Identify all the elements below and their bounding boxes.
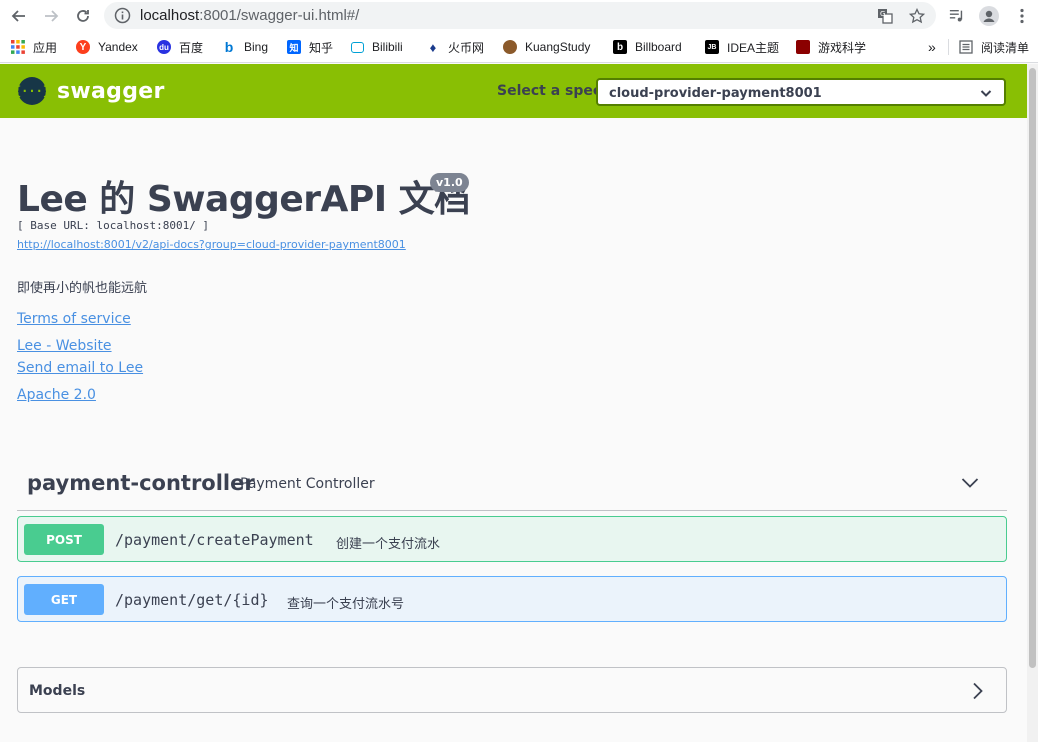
swagger-logo-icon: {···}	[14, 77, 50, 105]
collapse-chevron-icon[interactable]	[961, 477, 979, 489]
reading-list-label: 阅读清单	[981, 40, 1030, 55]
method-badge: POST	[24, 524, 104, 555]
spec-select-value: cloud-provider-payment8001	[609, 86, 822, 101]
overflow-label: »	[928, 39, 936, 55]
address-bar[interactable]: localhost:8001/swagger-ui.html#/ G	[104, 2, 936, 29]
reload-icon	[77, 10, 89, 22]
scrollbar-thumb[interactable]	[1029, 68, 1036, 668]
bing-icon: b	[224, 39, 234, 55]
bookmarks-bar: 应用 Y Yandex du 百度 b Bing 知 知乎 Bilibili ♦…	[0, 32, 1038, 63]
bookmark-huobi[interactable]: ♦ 火币网	[426, 39, 484, 55]
kuangstudy-icon	[503, 40, 517, 54]
avatar-icon	[979, 6, 999, 26]
models-section[interactable]: Models	[17, 667, 1007, 713]
bookmark-bing[interactable]: b Bing	[222, 39, 268, 55]
chevron-right-icon	[973, 682, 983, 700]
bookmark-label: 知乎	[309, 40, 334, 55]
chevron-down-icon	[980, 90, 992, 97]
bookmark-zhihu[interactable]: 知 知乎	[287, 39, 333, 55]
svg-text:G: G	[880, 10, 885, 18]
bookmark-billboard[interactable]: b Billboard	[613, 39, 682, 55]
bookmark-apps[interactable]: 应用	[11, 39, 57, 55]
yandex-icon: Y	[76, 40, 90, 54]
bookmark-label: IDEA主题	[727, 40, 780, 55]
section-divider	[17, 510, 1007, 511]
baidu-icon: du	[157, 40, 171, 54]
website-link[interactable]: Lee - Website	[17, 338, 112, 354]
playlist-icon	[949, 9, 963, 22]
bookmark-label: 游戏科学	[818, 40, 867, 55]
api-description: 即使再小的帆也能远航	[17, 280, 148, 295]
url-path: :8001/swagger-ui.html#/	[199, 7, 360, 24]
game-science-icon	[796, 40, 810, 54]
operation-post-create-payment[interactable]: POST /payment/createPayment 创建一个支付流水	[17, 516, 1007, 562]
apps-grid-icon	[11, 40, 25, 54]
kebab-menu-icon	[1020, 8, 1024, 24]
operation-path: /payment/get/{id}	[115, 591, 269, 609]
operation-summary: 创建一个支付流水	[336, 536, 441, 551]
page-scrollbar[interactable]	[1027, 64, 1038, 742]
controller-description: Payment Controller	[240, 476, 375, 492]
bookmark-label: Billboard	[635, 40, 682, 54]
operation-get-payment[interactable]: GET /payment/get/{id} 查询一个支付流水号	[17, 576, 1007, 622]
method-badge: GET	[24, 584, 104, 615]
media-control-button[interactable]	[947, 6, 967, 26]
billboard-icon: b	[613, 40, 627, 54]
controller-name[interactable]: payment-controller	[27, 471, 255, 495]
reading-list-button[interactable]: 阅读清单	[948, 39, 1029, 55]
translate-icon[interactable]: G	[877, 8, 893, 24]
bookmark-label: KuangStudy	[525, 40, 591, 54]
bookmark-label: Bilibili	[372, 40, 403, 54]
bookmark-kuangstudy[interactable]: KuangStudy	[503, 39, 590, 55]
license-link[interactable]: Apache 2.0	[17, 387, 96, 403]
bookmarks-overflow-button[interactable]: »	[928, 39, 936, 55]
profile-button[interactable]	[979, 6, 999, 26]
bookmark-label: Bing	[244, 40, 269, 54]
url-text: localhost:8001/swagger-ui.html#/	[140, 7, 359, 24]
reload-button[interactable]	[71, 5, 95, 27]
bookmark-baidu[interactable]: du 百度	[157, 39, 203, 55]
version-badge: v1.0	[430, 173, 469, 192]
reading-list-icon	[959, 40, 973, 54]
bookmark-label: 应用	[33, 40, 58, 55]
back-button[interactable]	[7, 5, 31, 27]
operation-summary: 查询一个支付流水号	[287, 596, 405, 611]
info-icon[interactable]	[114, 7, 131, 24]
spec-select[interactable]: cloud-provider-payment8001	[596, 78, 1006, 106]
browser-toolbar: localhost:8001/swagger-ui.html#/ G	[0, 0, 1038, 32]
url-host: localhost	[140, 7, 200, 24]
bilibili-icon	[351, 41, 364, 53]
bookmark-yandex[interactable]: Y Yandex	[76, 39, 138, 55]
operation-path: /payment/createPayment	[115, 531, 314, 549]
jetbrains-icon: JB	[705, 40, 719, 54]
bookmark-label: Yandex	[98, 40, 138, 54]
select-spec-label: Select a spec	[497, 83, 602, 99]
swagger-logo-text: swagger	[57, 78, 165, 104]
bookmark-label: 火币网	[448, 40, 485, 55]
bookmark-game-science[interactable]: 游戏科学	[796, 39, 866, 55]
bookmark-label: 百度	[179, 40, 204, 55]
bookmark-star-icon[interactable]	[909, 8, 925, 24]
back-arrow-icon	[11, 10, 25, 22]
bookmark-idea[interactable]: JB IDEA主题	[705, 39, 779, 55]
terms-of-service-link[interactable]: Terms of service	[17, 311, 131, 327]
menu-button[interactable]	[1012, 6, 1032, 26]
swagger-logo[interactable]: {···} swagger	[14, 77, 165, 105]
forward-arrow-icon	[45, 10, 59, 22]
models-title: Models	[29, 683, 86, 699]
bookmark-bilibili[interactable]: Bilibili	[351, 39, 403, 55]
api-docs-link[interactable]: http://localhost:8001/v2/api-docs?group=…	[17, 238, 406, 251]
zhihu-icon: 知	[287, 40, 301, 54]
email-link[interactable]: Send email to Lee	[17, 360, 143, 376]
base-url: [ Base URL: localhost:8001/ ]	[17, 219, 210, 232]
huobi-icon: ♦	[429, 39, 437, 55]
forward-button[interactable]	[39, 5, 63, 27]
api-title: Lee 的 SwaggerAPI 文档	[17, 179, 470, 220]
